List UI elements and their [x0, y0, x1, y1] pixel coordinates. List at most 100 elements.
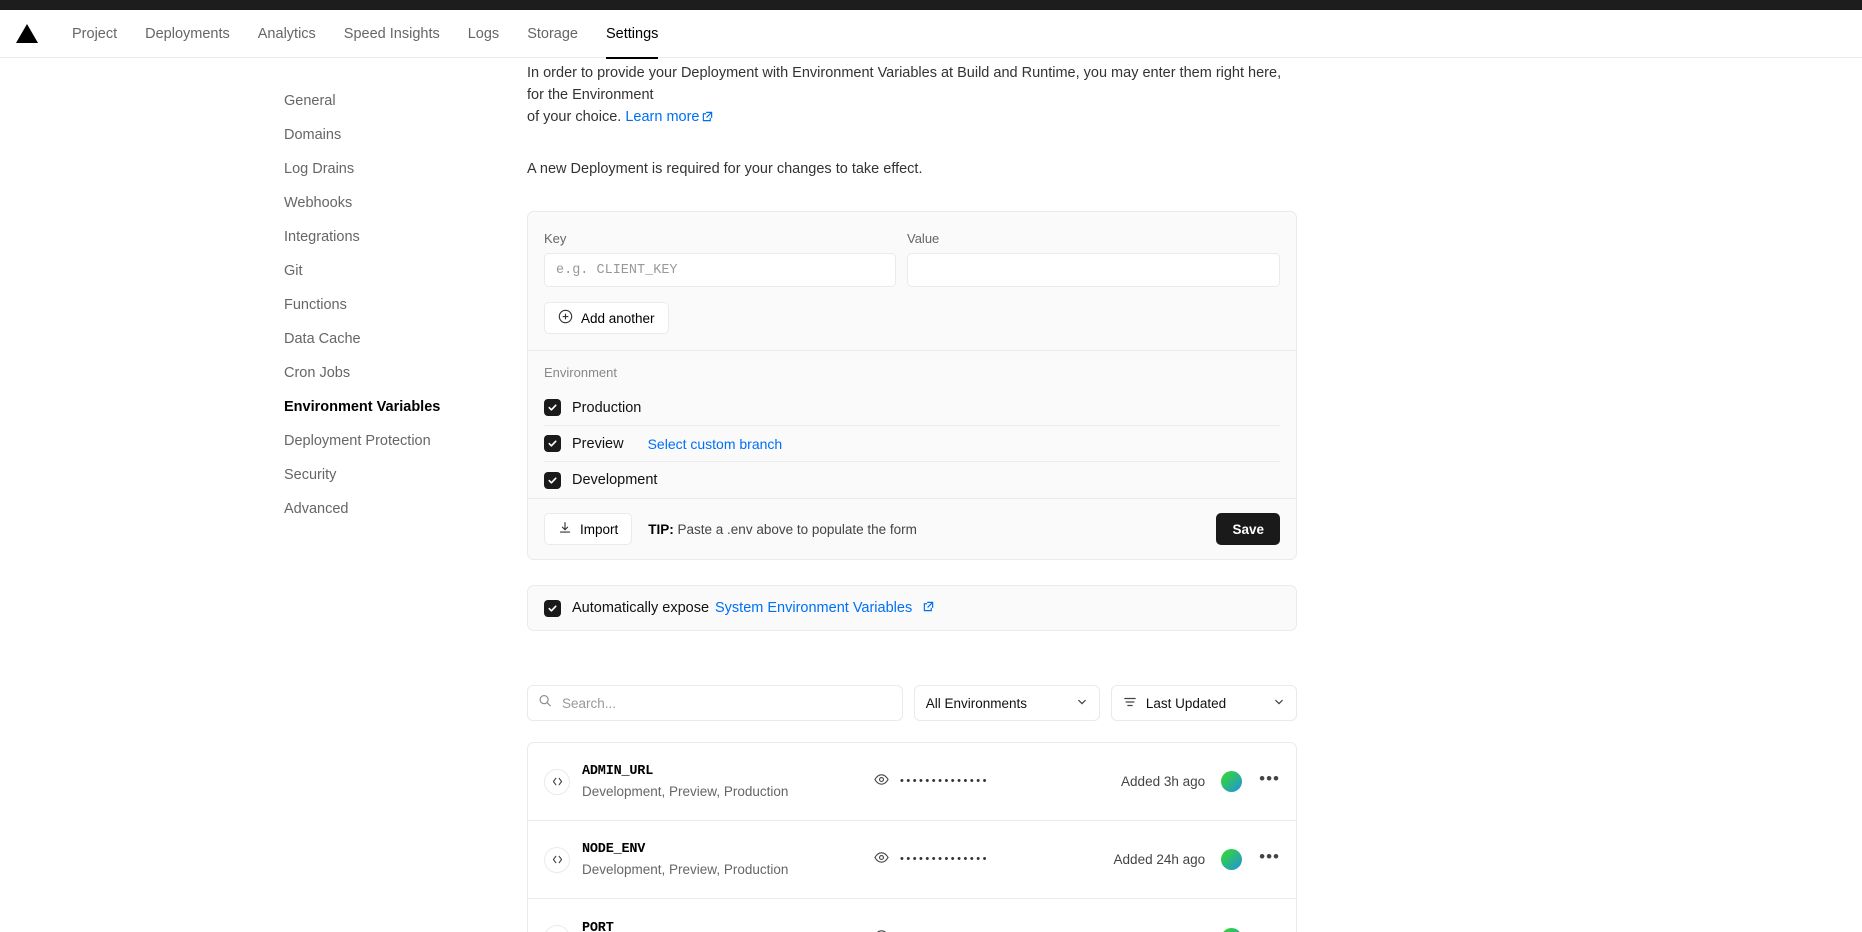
add-another-button[interactable]: Add another — [544, 302, 669, 334]
sidebar-item-webhooks[interactable]: Webhooks — [284, 186, 360, 220]
sort-lines-icon — [1123, 695, 1137, 712]
nav-item-settings[interactable]: Settings — [592, 10, 672, 59]
nav-item-label: Speed Insights — [343, 25, 440, 42]
code-icon — [544, 925, 570, 932]
top-navigation-bar: Project Deployments Analytics Speed Insi… — [0, 10, 1862, 59]
row-text: PORT Development, Preview, Production — [582, 921, 862, 932]
tip-bold: TIP: — [648, 521, 674, 537]
nav-item-label: Storage — [527, 25, 578, 42]
nav-item-label: Project — [72, 25, 118, 42]
sidebar-item-log-drains[interactable]: Log Drains — [284, 152, 360, 186]
environment-filter-label: All Environments — [925, 695, 1027, 711]
variable-key: PORT — [582, 920, 614, 932]
key-label: Key — [544, 231, 567, 246]
nav-item-logs[interactable]: Logs — [454, 10, 513, 58]
import-button[interactable]: Import — [544, 513, 633, 545]
search-input[interactable] — [527, 685, 903, 721]
import-label: Import — [580, 521, 619, 537]
development-checkbox[interactable] — [544, 471, 561, 489]
variable-key: NODE_ENV — [582, 842, 646, 857]
preview-label: Preview — [572, 435, 624, 452]
vercel-logo-icon[interactable] — [10, 17, 44, 51]
external-link-icon — [923, 599, 934, 617]
sidebar-item-cron-jobs[interactable]: Cron Jobs — [284, 356, 360, 390]
intro-line-1: In order to provide your Deployment with… — [527, 65, 1282, 103]
avatar — [1221, 771, 1243, 792]
save-button[interactable]: Save — [1216, 513, 1280, 545]
preview-checkbox[interactable] — [544, 435, 561, 452]
key-value-row: Key Value — [544, 231, 1280, 287]
value-column: Value — [907, 231, 1280, 287]
masked-value: •••••••••••••• — [900, 853, 989, 865]
system-environment-variables-link[interactable]: System Environment Variables — [715, 600, 912, 616]
sidebar-item-environment-variables[interactable]: Environment Variables — [284, 390, 440, 424]
sidebar-item-domains[interactable]: Domains — [284, 118, 360, 152]
variables-list: ADMIN_URL Development, Preview, Producti… — [527, 742, 1297, 932]
environment-filter-select[interactable]: All Environments — [913, 685, 1100, 721]
value-input[interactable] — [907, 253, 1280, 287]
redeploy-note: A new Deployment is required for your ch… — [527, 161, 923, 177]
avatar — [1221, 849, 1243, 870]
sidebar-item-functions[interactable]: Functions — [284, 288, 360, 322]
sidebar-item-label: Environment Variables — [284, 399, 441, 415]
key-input[interactable] — [544, 253, 896, 287]
external-link-icon — [702, 107, 713, 129]
eye-icon[interactable] — [874, 772, 889, 792]
table-row[interactable]: PORT Development, Preview, Production ••… — [528, 899, 1296, 932]
production-checkbox[interactable] — [544, 399, 561, 416]
learn-more-link[interactable]: Learn more — [625, 109, 699, 125]
sidebar-item-label: Security — [284, 467, 337, 483]
variables-toolbar: All Environments Last Updated — [527, 685, 1297, 721]
variable-value: •••••••••••••• — [874, 850, 1114, 870]
row-more-menu-button[interactable]: ••• — [1259, 848, 1280, 868]
variable-key: ADMIN_URL — [582, 764, 654, 779]
environment-row-development: Development — [544, 462, 1280, 498]
sidebar-item-integrations[interactable]: Integrations — [284, 220, 360, 254]
nav-item-project[interactable]: Project — [58, 10, 131, 58]
sidebar-item-label: Git — [284, 263, 303, 279]
avatar — [1221, 927, 1243, 932]
variable-value: •••••••••••••• — [874, 772, 1121, 792]
sidebar-item-label: Webhooks — [284, 195, 353, 211]
main-content: In order to provide your Deployment with… — [527, 62, 1297, 932]
sidebar-item-label: Data Cache — [284, 331, 361, 347]
variable-environments: Development, Preview, Production — [582, 784, 789, 799]
card-footer: Import TIP: Paste a .env above to popula… — [528, 498, 1296, 559]
nav-item-speed-insights[interactable]: Speed Insights — [330, 10, 454, 58]
intro-line-2: of your choice. Learn more — [527, 106, 1295, 129]
settings-sidebar: General Domains Log Drains Webhooks Inte… — [0, 62, 440, 932]
sidebar-item-label: Integrations — [284, 229, 360, 245]
nav-item-label: Logs — [467, 25, 500, 42]
sort-filter-select[interactable]: Last Updated — [1110, 685, 1297, 721]
nav-item-analytics[interactable]: Analytics — [244, 10, 330, 58]
nav-items: Project Deployments Analytics Speed Insi… — [58, 10, 672, 59]
sidebar-item-general[interactable]: General — [284, 84, 360, 118]
sidebar-item-security[interactable]: Security — [284, 458, 360, 492]
eye-icon[interactable] — [874, 850, 889, 870]
table-row[interactable]: ADMIN_URL Development, Preview, Producti… — [528, 743, 1296, 821]
auto-expose-card: Automatically expose System Environment … — [527, 585, 1297, 631]
nav-item-deployments[interactable]: Deployments — [131, 10, 244, 58]
table-row[interactable]: NODE_ENV Development, Preview, Productio… — [528, 821, 1296, 899]
added-timestamp: Added 3h ago — [1121, 774, 1206, 789]
sidebar-item-git[interactable]: Git — [284, 254, 360, 288]
nav-item-storage[interactable]: Storage — [513, 10, 592, 58]
added-timestamp: Added 24h ago — [1113, 852, 1206, 867]
sidebar-item-label: Log Drains — [284, 161, 355, 177]
sidebar-item-label: Cron Jobs — [284, 365, 351, 381]
sidebar-item-label: Deployment Protection — [284, 433, 431, 449]
sidebar-item-advanced[interactable]: Advanced — [284, 492, 360, 526]
auto-expose-checkbox[interactable] — [544, 599, 561, 617]
select-custom-branch-link[interactable]: Select custom branch — [648, 436, 783, 452]
development-label: Development — [572, 472, 658, 488]
environment-section: Environment Production Preview Select cu… — [528, 351, 1296, 498]
add-another-label: Add another — [581, 310, 655, 326]
intro-line-2-prefix: of your choice. — [527, 109, 626, 125]
environment-row-production: Production — [544, 390, 1280, 426]
sidebar-item-data-cache[interactable]: Data Cache — [284, 322, 361, 356]
plus-circle-icon — [558, 309, 573, 327]
eye-icon[interactable] — [874, 928, 889, 932]
masked-value: •••••••••••••• — [900, 775, 989, 787]
sidebar-item-deployment-protection[interactable]: Deployment Protection — [284, 424, 431, 458]
row-more-menu-button[interactable]: ••• — [1259, 770, 1280, 790]
